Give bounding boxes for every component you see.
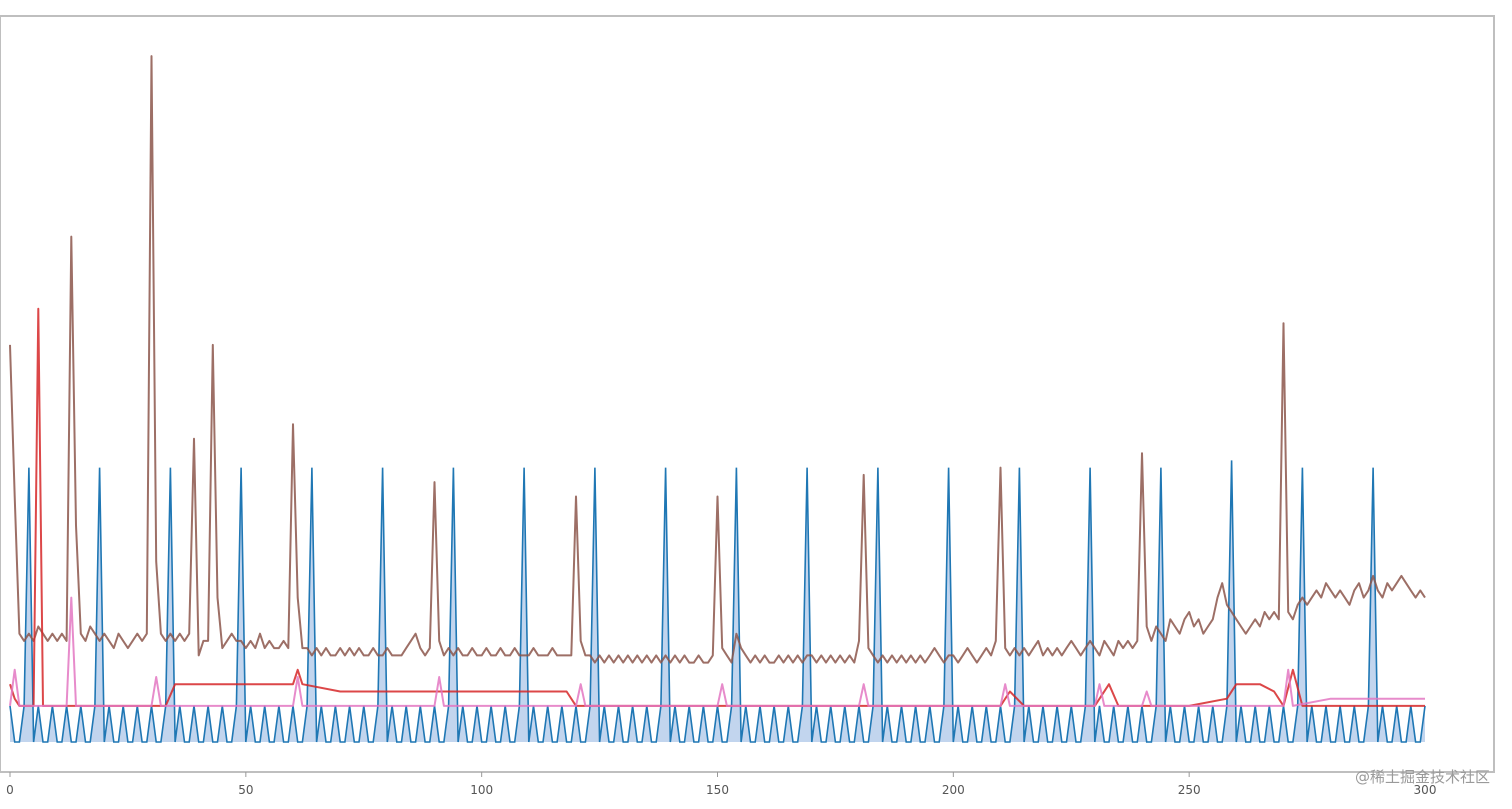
watermark: @稀土掘金技术社区 bbox=[1354, 768, 1490, 786]
x-tick-label: 150 bbox=[706, 783, 729, 797]
x-tick-label: 100 bbox=[470, 783, 493, 797]
x-tick-label: 200 bbox=[942, 783, 965, 797]
x-tick-label: 50 bbox=[238, 783, 253, 797]
x-axis-ticks: 0 50 100 150 200 250 300 bbox=[6, 772, 1436, 797]
x-tick-label: 250 bbox=[1178, 783, 1201, 797]
line-chart: 0 50 100 150 200 250 300 bbox=[0, 15, 1495, 797]
x-tick-label: 0 bbox=[6, 783, 14, 797]
